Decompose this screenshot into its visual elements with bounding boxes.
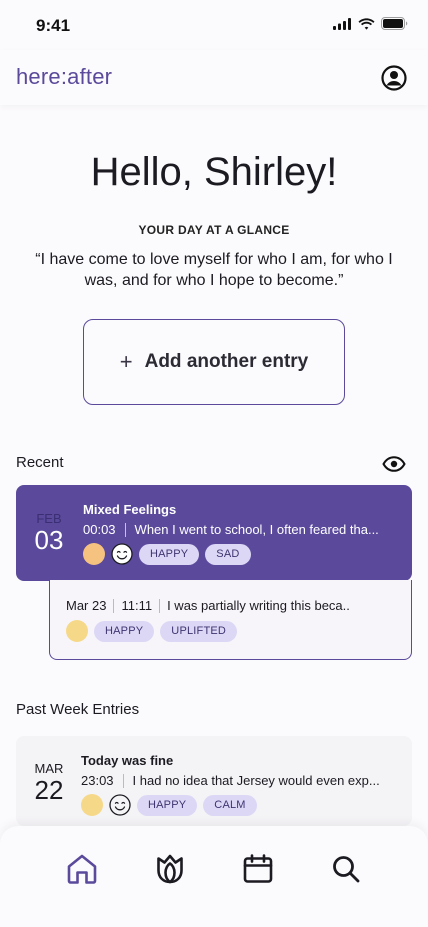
- status-time: 9:41: [36, 16, 71, 35]
- mood-tag[interactable]: HAPPY: [94, 620, 155, 642]
- app-header: here:after: [0, 50, 428, 105]
- divider: [159, 598, 161, 613]
- entry-snippet: I had no idea that Jersey would even exp…: [132, 773, 380, 788]
- profile-icon[interactable]: [381, 65, 407, 91]
- divider: [124, 522, 126, 537]
- mood-tag[interactable]: UPLIFTED: [160, 620, 238, 642]
- glance-label: YOUR DAY AT A GLANCE: [138, 223, 290, 237]
- bottom-nav: [0, 826, 428, 927]
- status-icons: [333, 17, 408, 30]
- entry-time: 23:03: [81, 773, 114, 788]
- sub-entry-meta: Mar 23 11:11 I was partially writing thi…: [66, 598, 350, 613]
- sub-entry-snippet: I was partially writing this beca..: [167, 598, 350, 613]
- smile-icon: [109, 794, 131, 816]
- smile-icon: [111, 543, 133, 565]
- entry-tags: HAPPY SAD: [83, 543, 251, 565]
- week-entry-card[interactable]: MAR 22 Today was fine 23:03 I had no ide…: [16, 736, 412, 826]
- recent-sub-entry-card[interactable]: Mar 23 11:11 I was partially writing thi…: [49, 580, 412, 660]
- status-bar: 9:41: [0, 0, 428, 50]
- add-entry-label: Add another entry: [144, 351, 309, 372]
- entry-meta: 23:03 I had no idea that Jersey would ev…: [81, 773, 380, 788]
- divider: [122, 773, 124, 788]
- entry-tags: HAPPY CALM: [81, 794, 257, 816]
- entry-month: FEB: [36, 511, 62, 526]
- signal-icon: [333, 17, 351, 30]
- sub-entry-date: Mar 23: [66, 598, 107, 613]
- wifi-icon: [358, 17, 375, 30]
- greeting-heading: Hello, Shirley!: [90, 150, 338, 194]
- entry-day: 22: [34, 775, 64, 805]
- brand-logo: here:after: [16, 64, 113, 89]
- divider: [113, 598, 115, 613]
- entry-title: Today was fine: [81, 753, 174, 768]
- entry-day: 03: [34, 525, 64, 555]
- mood-dot: [83, 543, 105, 565]
- mood-tag[interactable]: HAPPY: [137, 794, 198, 816]
- entry-title: Mixed Feelings: [83, 502, 177, 517]
- entry-meta: 00:03 When I went to school, I often fea…: [83, 522, 379, 537]
- plus-icon: +: [119, 349, 133, 374]
- entry-time: 00:03: [83, 522, 116, 537]
- recent-title: Recent: [16, 454, 64, 471]
- entry-snippet: When I went to school, I often feared th…: [134, 522, 379, 537]
- lotus-icon[interactable]: [153, 852, 187, 886]
- mood-dot: [66, 620, 88, 642]
- entry-month: MAR: [34, 761, 64, 776]
- search-icon[interactable]: [329, 852, 363, 886]
- sub-entry-tags: HAPPY UPLIFTED: [66, 620, 238, 642]
- mood-tag[interactable]: HAPPY: [139, 543, 200, 565]
- mood-dot: [81, 794, 103, 816]
- mood-tag[interactable]: SAD: [205, 543, 251, 565]
- add-entry-button[interactable]: + Add another entry: [83, 319, 345, 405]
- home-icon[interactable]: [65, 852, 99, 886]
- recent-entry-card[interactable]: FEB 03 Mixed Feelings 00:03 When I went …: [16, 485, 412, 581]
- past-week-title: Past Week Entries: [16, 701, 140, 718]
- entry-date: FEB 03: [16, 511, 82, 554]
- daily-quote: “I have come to love myself for who I am…: [35, 251, 393, 289]
- battery-icon: [381, 17, 408, 30]
- sub-entry-time: 11:11: [121, 598, 153, 613]
- calendar-icon[interactable]: [241, 852, 275, 886]
- eye-icon[interactable]: [382, 452, 406, 476]
- entry-date: MAR 22: [16, 761, 82, 804]
- mood-tag[interactable]: CALM: [203, 794, 257, 816]
